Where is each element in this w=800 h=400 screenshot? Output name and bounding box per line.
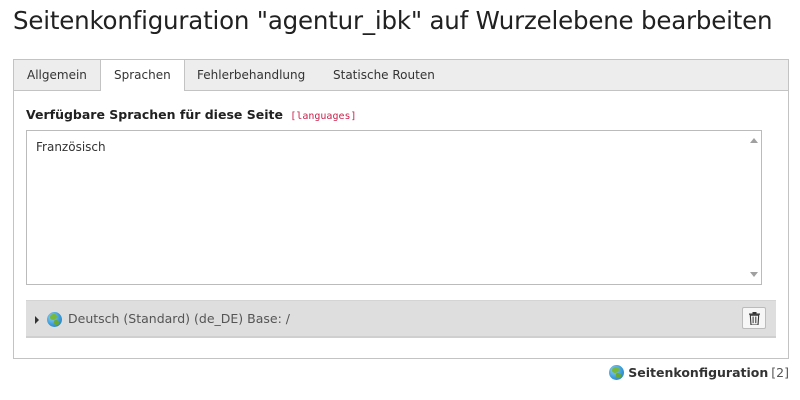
- scroll-up-arrow-icon[interactable]: [750, 138, 758, 143]
- tab-sprachen[interactable]: Sprachen: [100, 60, 185, 91]
- record-footer: Seitenkonfiguration [2]: [609, 365, 789, 383]
- footer-record-label[interactable]: Seitenkonfiguration: [628, 365, 768, 380]
- expand-caret-icon[interactable]: [35, 316, 39, 324]
- tab-allgemein[interactable]: Allgemein: [14, 60, 100, 90]
- scroll-down-arrow-icon[interactable]: [750, 272, 758, 277]
- tab-fehlerbehandlung[interactable]: Fehlerbehandlung: [184, 60, 318, 90]
- globe-icon: [47, 312, 62, 327]
- language-record-title[interactable]: Deutsch (Standard) (de_DE) Base: /: [68, 311, 290, 326]
- languages-field-label: Verfügbare Sprachen für diese Seite [lan…: [26, 107, 357, 122]
- trash-icon: [749, 312, 760, 325]
- form-panel: Allgemein Sprachen Fehlerbehandlung Stat…: [13, 59, 789, 359]
- page-title: Seitenkonfiguration "agentur_ibk" auf Wu…: [13, 6, 773, 35]
- footer-record-count: [2]: [771, 365, 789, 380]
- languages-label-text: Verfügbare Sprachen für diese Seite: [26, 107, 283, 122]
- languages-scrollbar[interactable]: [747, 131, 761, 284]
- languages-field-key: [languages]: [290, 111, 357, 122]
- globe-icon: [609, 365, 625, 380]
- tab-statische-routen[interactable]: Statische Routen: [320, 60, 448, 90]
- language-option-franzoesisch[interactable]: Französisch: [36, 140, 106, 154]
- language-record-header[interactable]: Deutsch (Standard) (de_DE) Base: /: [26, 300, 776, 338]
- delete-record-button[interactable]: [742, 307, 766, 329]
- languages-select[interactable]: Französisch: [26, 130, 762, 285]
- tab-bar: Allgemein Sprachen Fehlerbehandlung Stat…: [14, 60, 788, 91]
